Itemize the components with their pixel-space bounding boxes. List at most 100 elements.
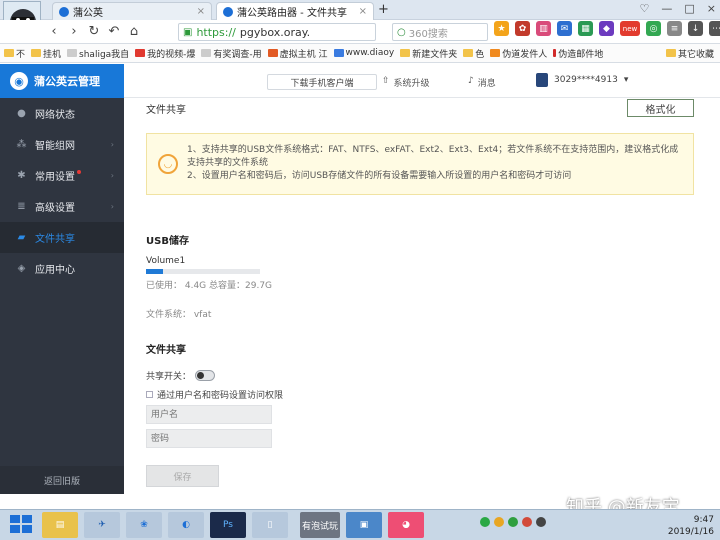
folder-icon bbox=[463, 49, 474, 57]
sidebar-item-smart-network[interactable]: ⁂ 智能组网 › bbox=[0, 129, 124, 160]
folder-icon bbox=[31, 49, 42, 57]
tray-app-icon[interactable] bbox=[508, 517, 518, 527]
page-title: 文件共享 bbox=[146, 105, 186, 116]
circle-icon[interactable]: ◎ bbox=[646, 21, 661, 36]
home-icon[interactable]: ⌂ bbox=[124, 24, 144, 39]
star-icon[interactable]: ★ bbox=[494, 21, 509, 36]
shield-icon: ▣ bbox=[183, 26, 193, 38]
sidebar-item-common-settings[interactable]: ✱ 常用设置 › bbox=[0, 160, 124, 191]
download-client-button[interactable]: 下载手机客户端 bbox=[267, 74, 377, 90]
storage-usage-text: 已使用： 4.4G 总容量：29.7G bbox=[146, 281, 273, 291]
save-button[interactable]: 保存 bbox=[146, 465, 219, 487]
sidebar-item-advanced-settings[interactable]: ≣ 高级设置 › bbox=[0, 191, 124, 222]
sidebar: ● 网络状态 ⁂ 智能组网 › ✱ 常用设置 › ≣ 高级设置 › ▰ 文件共享… bbox=[0, 98, 124, 494]
bar-icon bbox=[553, 49, 557, 57]
chart-icon[interactable]: ▥ bbox=[536, 21, 551, 36]
smile-icon: ◡ bbox=[158, 154, 178, 174]
bookmark-item[interactable]: 不 bbox=[4, 47, 25, 60]
cloud-app-icon[interactable]: ❀ bbox=[126, 512, 162, 538]
share-switch-label: 共享开关： bbox=[146, 372, 192, 382]
bookmark-item[interactable]: www.diaoy bbox=[333, 48, 394, 58]
bookmark-item[interactable]: 新建文件夹 bbox=[400, 47, 457, 60]
maximize-icon[interactable]: □ bbox=[684, 2, 694, 15]
device-icon bbox=[536, 73, 548, 87]
notice-line-1: 1、支持共享的USB文件系统格式：FAT、NTFS、exFAT、Ext2、Ext… bbox=[187, 145, 679, 168]
user-menu[interactable]: 3029****4913 ▾ bbox=[536, 73, 628, 87]
close-tab-icon[interactable]: × bbox=[359, 6, 367, 17]
menu-icon[interactable]: ≡ bbox=[667, 21, 682, 36]
favorite-icon[interactable]: ♡ bbox=[640, 2, 650, 15]
tab-file-share[interactable]: 蒲公英路由器 - 文件共享 × bbox=[216, 2, 374, 20]
web-icon bbox=[333, 49, 344, 57]
filesystem-type: 文件系统： vfat bbox=[146, 310, 212, 320]
forward-icon[interactable]: › bbox=[64, 24, 84, 39]
app-brand[interactable]: ◉ 蒲公英云管理 bbox=[0, 64, 124, 98]
folder-icon bbox=[400, 49, 411, 57]
start-button[interactable] bbox=[6, 513, 32, 535]
bookmark-item[interactable]: 挂机 bbox=[31, 47, 61, 60]
auth-checkbox[interactable] bbox=[146, 391, 153, 398]
tray-app-icon[interactable] bbox=[494, 517, 504, 527]
sidebar-item-file-share[interactable]: ▰ 文件共享 bbox=[0, 222, 124, 253]
doc-icon bbox=[201, 49, 212, 57]
bookmark-item-other[interactable]: 其它收藏 bbox=[665, 47, 714, 60]
bookmark-item[interactable]: 伪造邮件地 bbox=[553, 47, 603, 60]
bookmark-item[interactable]: 伪道发件人 bbox=[490, 47, 547, 60]
password-input[interactable] bbox=[146, 429, 272, 448]
back-icon[interactable]: ‹ bbox=[44, 24, 64, 39]
folder-icon bbox=[665, 49, 676, 57]
photoshop-icon[interactable]: Ps bbox=[210, 512, 246, 538]
url-input[interactable]: ▣ https://pgybox.oray. bbox=[178, 23, 376, 41]
auth-label: 通过用户名和密码设置访问权限 bbox=[157, 391, 284, 401]
username-input[interactable] bbox=[146, 405, 272, 424]
notice-box: ◡ 1、支持共享的USB文件系统格式：FAT、NTFS、exFAT、Ext2、E… bbox=[146, 133, 694, 195]
taskbar-pinned-game[interactable]: 有泡试玩 bbox=[300, 512, 340, 538]
tray-app-icon[interactable] bbox=[522, 517, 532, 527]
chevron-right-icon: › bbox=[110, 140, 114, 149]
system-upgrade-link[interactable]: ⇧ 系统升级 bbox=[382, 76, 430, 89]
sidebar-item-app-center[interactable]: ◈ 应用中心 bbox=[0, 253, 124, 284]
close-tab-icon[interactable]: × bbox=[197, 6, 205, 17]
bookmark-item[interactable]: 我的视频-爆 bbox=[135, 47, 195, 60]
gear-icon: ✱ bbox=[17, 170, 26, 181]
share-switch-row: 共享开关： bbox=[146, 369, 216, 382]
volume-name: Volume1 bbox=[146, 256, 186, 266]
more-icon[interactable]: ⋯ bbox=[709, 21, 720, 36]
browser-360-icon[interactable]: ◐ bbox=[168, 512, 204, 538]
fire-icon bbox=[490, 49, 501, 57]
document-icon[interactable]: ▯ bbox=[252, 512, 288, 538]
pgy-logo-icon: ◉ bbox=[10, 72, 28, 90]
tab-pgy-home[interactable]: 蒲公英 × bbox=[52, 2, 212, 20]
minimize-icon[interactable]: — bbox=[661, 2, 672, 15]
app-icon[interactable]: ◆ bbox=[599, 21, 614, 36]
volume-icon[interactable] bbox=[536, 517, 546, 527]
chrome-icon[interactable]: ◕ bbox=[388, 512, 424, 538]
bookmark-item[interactable]: 有奖调查-用 bbox=[201, 47, 262, 60]
format-button[interactable]: 格式化 bbox=[627, 99, 694, 117]
undo-icon[interactable]: ↶ bbox=[104, 24, 124, 39]
upgrade-icon: ⇧ bbox=[382, 76, 390, 86]
wechat-icon[interactable] bbox=[480, 517, 490, 527]
new-badge[interactable]: new bbox=[620, 21, 640, 36]
messages-link[interactable]: ♪ 消息 bbox=[468, 76, 496, 89]
download-icon[interactable]: ↓ bbox=[688, 21, 703, 36]
image-viewer-icon[interactable]: ▣ bbox=[346, 512, 382, 538]
mail-icon[interactable]: ✉ bbox=[557, 21, 572, 36]
system-clock[interactable]: 9:47 2019/1/16 bbox=[668, 514, 714, 538]
back-to-old-version-link[interactable]: 返回旧版 bbox=[0, 466, 124, 494]
bookmark-item[interactable]: shaliga我自 bbox=[67, 47, 129, 60]
grid-icon[interactable]: ▦ bbox=[578, 21, 593, 36]
notice-line-2: 2、设置用户名和密码后，访问USB存储文件的所有设备需要输入所设置的用户名和密码… bbox=[187, 171, 572, 181]
sidebar-item-network-status[interactable]: ● 网络状态 bbox=[0, 98, 124, 129]
bird-app-icon[interactable]: ✈ bbox=[84, 512, 120, 538]
extension-icon[interactable]: ✿ bbox=[515, 21, 530, 36]
pgy-favicon bbox=[223, 6, 233, 17]
share-toggle[interactable] bbox=[195, 370, 216, 381]
search-input[interactable]: ○ 360搜索 bbox=[392, 23, 488, 41]
close-window-icon[interactable]: × bbox=[707, 2, 716, 15]
new-tab-button[interactable]: + bbox=[378, 2, 389, 17]
file-explorer-icon[interactable]: ▤ bbox=[42, 512, 78, 538]
bookmark-item[interactable]: 虚拟主机 江 bbox=[267, 47, 328, 60]
reload-icon[interactable]: ↻ bbox=[84, 24, 104, 39]
bookmark-item[interactable]: 色 bbox=[463, 47, 484, 60]
